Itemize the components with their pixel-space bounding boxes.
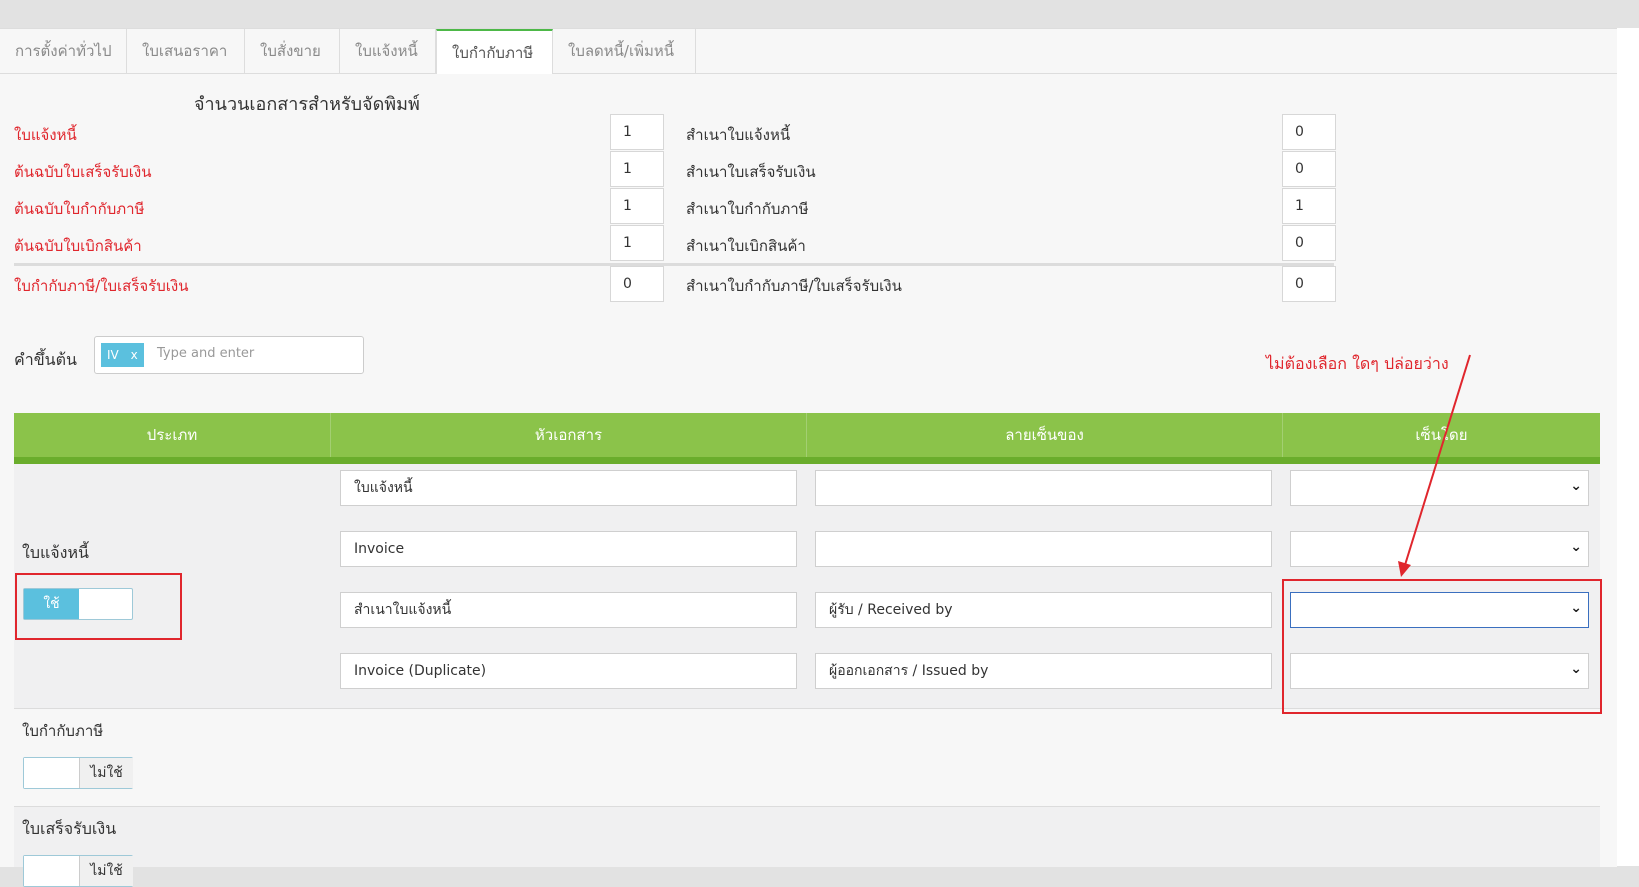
header-signed-by: เซ็นโดย [1415, 426, 1468, 444]
prefix-placeholder: Type and enter [157, 346, 255, 361]
copy-label: สำเนาใบกำกับภาษี [686, 200, 809, 218]
table-header: ประเภท หัวเอกสาร ลายเซ็นของ เซ็นโดย [14, 413, 1600, 464]
print-label: ต้นฉบับใบกำกับภาษี [14, 200, 145, 218]
signature-input[interactable]: ผู้ออกเอกสาร / Issued by [815, 653, 1272, 689]
signature-input[interactable] [815, 531, 1272, 567]
tab-quotation[interactable]: ใบเสนอราคา [127, 29, 245, 73]
doc-title-input[interactable]: ใบแจ้งหนี้ [340, 470, 797, 506]
tab-credit-debit-note[interactable]: ใบลดหนี้/เพิ่มหนี้ [553, 29, 696, 73]
settings-panel: การตั้งค่าทั่วไป ใบเสนอราคา ใบสั่งขาย ใบ… [0, 28, 1617, 887]
copy-count-input[interactable]: 0 [1282, 266, 1336, 302]
copy-count-input[interactable]: 0 [1282, 225, 1336, 261]
print-count-input[interactable]: 1 [610, 225, 664, 261]
doc-title-input[interactable]: สำเนาใบแจ้งหนี้ [340, 592, 797, 628]
doc-title-input[interactable]: Invoice [340, 531, 797, 567]
tab-general[interactable]: การตั้งค่าทั่วไป [0, 29, 127, 73]
print-count-input[interactable]: 1 [610, 151, 664, 187]
signature-input[interactable] [815, 470, 1272, 506]
group-label: ใบกำกับภาษี [22, 722, 104, 740]
tab-tax-invoice[interactable]: ใบกำกับภาษี [436, 29, 553, 74]
group-row [14, 807, 1600, 867]
chevron-down-icon: ⌄ [1570, 478, 1582, 494]
copy-label: สำเนาใบเบิกสินค้า [686, 237, 806, 255]
use-toggle[interactable]: ไม่ใช้ [23, 855, 133, 887]
signature-input[interactable]: ผู้รับ / Received by [815, 592, 1272, 628]
print-label: ใบกำกับภาษี/ใบเสร็จรับเงิน [14, 277, 189, 295]
header-signature: ลายเซ็นของ [807, 413, 1283, 457]
select-highlight-box [1282, 579, 1602, 714]
copy-label: สำเนาใบเสร็จรับเงิน [686, 163, 816, 181]
annotation-note: ไม่ต้องเลือก ใดๆ ปล่อยว่าง [1266, 354, 1449, 373]
group-label: ใบแจ้งหนี้ [22, 543, 89, 562]
print-count-input[interactable]: 1 [610, 114, 664, 150]
use-toggle[interactable]: ไม่ใช้ [23, 757, 133, 789]
print-count-title: จำนวนเอกสารสำหรับจัดพิมพ์ [194, 94, 420, 115]
chevron-down-icon: ⌄ [1570, 539, 1582, 555]
copy-count-input[interactable]: 0 [1282, 151, 1336, 187]
scrollbar[interactable] [1617, 28, 1639, 866]
toggle-off-label: ไม่ใช้ [79, 758, 133, 788]
group-label: ใบเสร็จรับเงิน [22, 819, 117, 838]
copy-count-input[interactable]: 1 [1282, 188, 1336, 224]
signer-select[interactable]: ⌄ [1290, 531, 1589, 567]
tab-bar: การตั้งค่าทั่วไป ใบเสนอราคา ใบสั่งขาย ใบ… [0, 29, 1617, 74]
prefix-label: คำขึ้นต้น [14, 350, 77, 369]
prefix-tag-text: IV [107, 348, 119, 362]
prefix-tag-input[interactable]: IV x Type and enter [94, 336, 364, 374]
divider [14, 263, 1334, 266]
copy-count-input[interactable]: 0 [1282, 114, 1336, 150]
remove-tag-icon[interactable]: x [131, 348, 138, 362]
tab-sales-order[interactable]: ใบสั่งขาย [245, 29, 340, 73]
signer-select[interactable]: ⌄ [1290, 470, 1589, 506]
toggle-highlight-box [15, 573, 182, 640]
tab-invoice[interactable]: ใบแจ้งหนี้ [340, 29, 436, 73]
copy-label: สำเนาใบแจ้งหนี้ [686, 126, 791, 144]
print-count-input[interactable]: 0 [610, 266, 664, 302]
print-count-input[interactable]: 1 [610, 188, 664, 224]
print-label: ใบแจ้งหนี้ [14, 126, 77, 144]
header-type: ประเภท [14, 413, 331, 457]
print-label: ต้นฉบับใบเสร็จรับเงิน [14, 163, 152, 181]
print-label: ต้นฉบับใบเบิกสินค้า [14, 237, 142, 255]
prefix-tag: IV x [101, 343, 144, 367]
doc-title-input[interactable]: Invoice (Duplicate) [340, 653, 797, 689]
toggle-off-label: ไม่ใช้ [79, 856, 133, 886]
header-doc-title: หัวเอกสาร [331, 413, 807, 457]
copy-label: สำเนาใบกำกับภาษี/ใบเสร็จรับเงิน [686, 277, 902, 295]
